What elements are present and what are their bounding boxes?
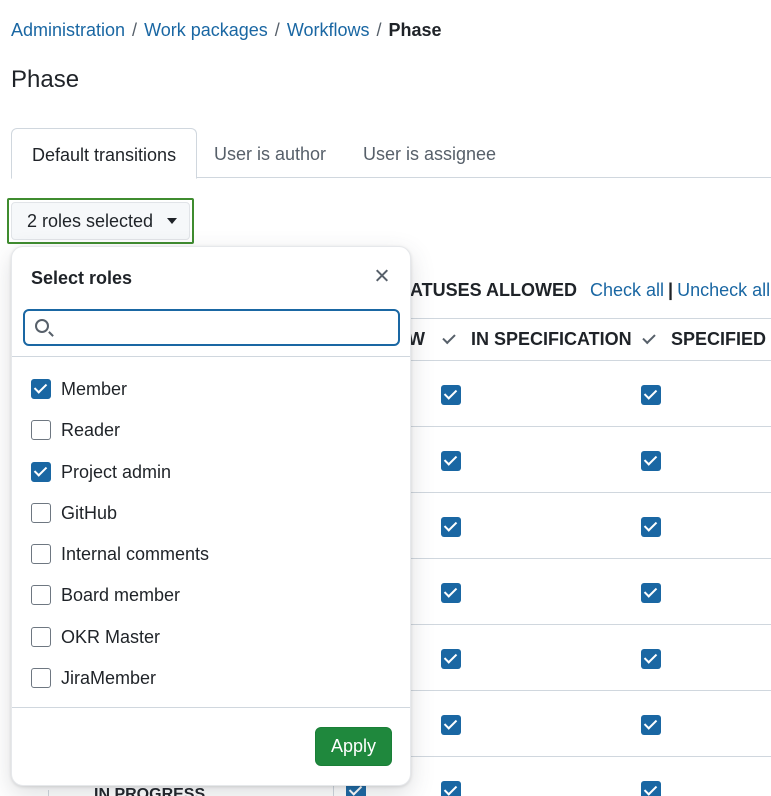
tab-bar: Default transitions User is author User … xyxy=(11,128,771,179)
role-checkbox[interactable] xyxy=(31,379,51,399)
page-title: Phase xyxy=(11,66,80,93)
transition-checkbox[interactable] xyxy=(641,517,661,537)
link-separator: | xyxy=(668,280,674,300)
role-label: GitHub xyxy=(61,502,118,523)
role-label: Reader xyxy=(61,419,121,440)
breadcrumb-separator: / xyxy=(376,20,382,40)
role-option-project-admin[interactable]: Project admin xyxy=(31,460,171,484)
role-label: Project admin xyxy=(61,461,172,482)
role-option-internal-comments[interactable]: Internal comments xyxy=(31,542,209,566)
role-search-field[interactable] xyxy=(23,309,400,346)
role-checkbox[interactable] xyxy=(31,585,51,605)
row-label-in-progress: IN PROGRESS xyxy=(94,786,206,796)
column-specified[interactable]: SPECIFIED xyxy=(642,329,766,350)
breadcrumb: Administration / Work packages / Workflows / P… xyxy=(11,20,442,41)
role-checkbox[interactable] xyxy=(31,627,51,647)
check-icon xyxy=(442,330,456,345)
popover-divider xyxy=(12,707,410,708)
role-checkbox[interactable] xyxy=(31,668,51,688)
search-icon xyxy=(35,319,49,333)
tab-user-is-author[interactable]: User is author xyxy=(194,128,346,178)
popover-title: Select roles xyxy=(31,268,133,288)
roles-select-label: 2 roles selected xyxy=(27,210,154,231)
role-search-input[interactable] xyxy=(65,315,385,341)
role-label: Board member xyxy=(61,584,181,605)
role-checkbox[interactable] xyxy=(31,420,51,440)
role-label: JiraMember xyxy=(61,667,157,688)
breadcrumb-work-packages[interactable]: Work packages xyxy=(144,20,268,40)
breadcrumb-current: Phase xyxy=(388,20,442,40)
role-checkbox[interactable] xyxy=(31,462,51,482)
roles-select-button-inner[interactable]: 2 roles selected xyxy=(11,202,190,240)
transition-checkbox[interactable] xyxy=(441,583,461,603)
transition-checkbox[interactable] xyxy=(641,715,661,735)
tab-default-transitions[interactable]: Default transitions xyxy=(11,128,198,179)
statuses-header: ATUSES ALLOWED Check all | Uncheck all xyxy=(410,280,770,301)
role-option-member[interactable]: Member xyxy=(31,377,127,401)
transition-checkbox[interactable] xyxy=(441,517,461,537)
role-label: Internal comments xyxy=(61,543,210,564)
select-roles-popover: Select roles Member Reader Project admin… xyxy=(11,246,411,786)
transition-checkbox[interactable] xyxy=(641,451,661,471)
transition-checkbox[interactable] xyxy=(441,781,461,796)
uncheck-all-link[interactable]: Uncheck all xyxy=(677,280,770,300)
role-label: Member xyxy=(61,378,128,399)
roles-select-button[interactable]: 2 roles selected xyxy=(7,198,194,244)
role-option-reader[interactable]: Reader xyxy=(31,418,120,442)
popover-divider xyxy=(12,356,410,357)
statuses-allowed-title: ATUSES ALLOWED xyxy=(410,280,577,300)
role-checkbox[interactable] xyxy=(31,544,51,564)
role-option-jiramember[interactable]: JiraMember xyxy=(31,666,156,690)
transition-checkbox[interactable] xyxy=(441,451,461,471)
tab-user-is-assignee[interactable]: User is assignee xyxy=(343,128,516,178)
close-icon[interactable] xyxy=(371,265,393,287)
breadcrumb-workflows[interactable]: Workflows xyxy=(287,20,370,40)
check-icon xyxy=(642,330,656,345)
transition-checkbox[interactable] xyxy=(441,385,461,405)
check-all-link[interactable]: Check all xyxy=(590,280,664,300)
role-option-board-member[interactable]: Board member xyxy=(31,583,180,607)
transition-checkbox[interactable] xyxy=(641,385,661,405)
role-option-okr-master[interactable]: OKR Master xyxy=(31,625,160,649)
transition-checkbox[interactable] xyxy=(641,583,661,603)
role-checkbox[interactable] xyxy=(31,503,51,523)
transition-checkbox[interactable] xyxy=(641,649,661,669)
breadcrumb-separator: / xyxy=(274,20,280,40)
breadcrumb-administration[interactable]: Administration xyxy=(11,20,125,40)
role-label: OKR Master xyxy=(61,626,161,647)
transition-checkbox[interactable] xyxy=(441,715,461,735)
transition-checkbox[interactable] xyxy=(441,649,461,669)
role-option-github[interactable]: GitHub xyxy=(31,501,117,525)
breadcrumb-separator: / xyxy=(132,20,138,40)
apply-button[interactable]: Apply xyxy=(315,727,392,766)
column-in-specification[interactable]: IN SPECIFICATION xyxy=(442,329,632,350)
transition-checkbox[interactable] xyxy=(641,781,661,796)
caret-down-icon xyxy=(167,218,178,224)
